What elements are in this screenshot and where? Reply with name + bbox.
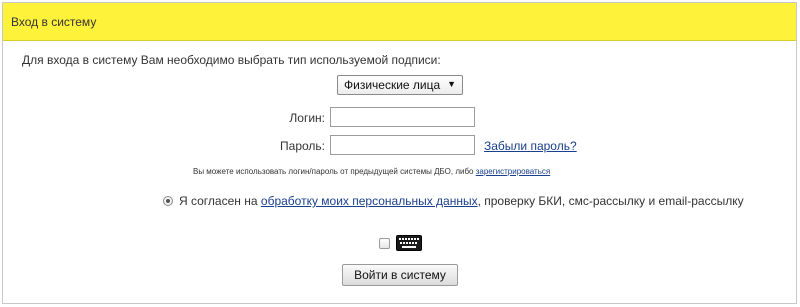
panel-header: Вход в систему [3,3,796,41]
password-input[interactable] [330,135,475,155]
consent-row: Я согласен на обработку моих персональны… [163,194,744,208]
note-label: Вы можете использовать логин/пароль от п… [193,167,474,176]
note-text: Вы можете использовать логин/пароль от п… [193,167,550,176]
dropdown-arrow-icon: ▼ [447,79,456,89]
panel-title: Вход в систему [11,14,97,29]
personal-data-link[interactable]: обработку моих персональных данных [261,194,478,208]
password-label: Пароль: [280,139,325,153]
radio-dot-icon [166,199,170,203]
keyboard-icon[interactable] [396,235,422,251]
consent-prefix: Я согласен на [179,194,258,208]
consent-suffix: , проверку БКИ, смс-рассылку и email-рас… [477,194,744,208]
consent-radio[interactable] [163,196,173,206]
login-label: Логин: [289,111,325,125]
signature-type-select[interactable]: Физические лица ▼ [337,75,463,95]
forgot-password-link[interactable]: Забыли пароль? [484,139,577,153]
intro-text: Для входа в систему Вам необходимо выбра… [22,53,441,67]
login-submit-button[interactable]: Войти в систему [342,264,458,286]
login-input[interactable] [330,107,475,127]
signature-type-value: Физические лица [344,78,441,92]
register-link[interactable]: зарегистрироваться [476,167,550,176]
virtual-keyboard-checkbox[interactable] [379,238,390,249]
